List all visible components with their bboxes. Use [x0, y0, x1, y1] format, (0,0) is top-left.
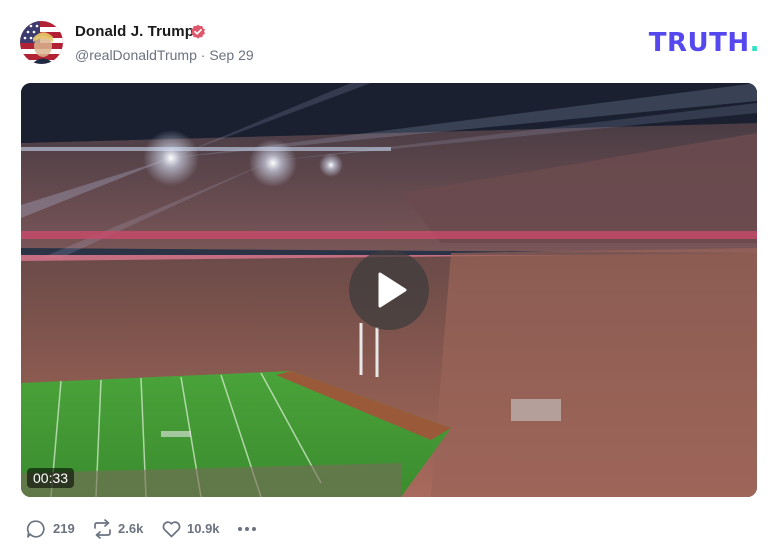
retruth-icon	[94, 519, 111, 539]
retruth-button[interactable]: 2.6k	[92, 517, 148, 541]
post-meta: @realDonaldTrump · Sep 29	[75, 47, 254, 63]
logo-text: TRUTH	[648, 28, 750, 58]
post-actions: 219 2.6k 10.9k	[26, 517, 286, 541]
meta-separator: ·	[200, 47, 206, 63]
truth-logo[interactable]: TRUTH.	[649, 28, 760, 58]
reply-button[interactable]: 219	[26, 517, 76, 541]
avatar-image	[20, 21, 63, 64]
more-dots-icon	[238, 527, 256, 531]
video-duration: 00:33	[27, 468, 75, 488]
play-button[interactable]	[349, 250, 429, 330]
like-count: 10.9k	[187, 521, 220, 536]
retruth-count: 2.6k	[118, 521, 144, 536]
reply-count: 219	[53, 521, 75, 536]
play-icon	[378, 272, 407, 308]
video-player[interactable]: 00:33	[21, 83, 757, 497]
comment-icon	[26, 520, 45, 538]
more-options-button[interactable]	[236, 517, 260, 541]
post-date[interactable]: Sep 29	[209, 47, 253, 63]
avatar[interactable]	[20, 21, 63, 64]
author-name[interactable]: Donald J. Trump	[75, 23, 194, 40]
author-handle[interactable]: @realDonaldTrump	[75, 47, 197, 63]
logo-dot: .	[749, 28, 760, 58]
heart-icon	[162, 521, 181, 538]
truth-post: Donald J. Trump @realDonaldTrump · Sep 2…	[0, 0, 778, 559]
like-button[interactable]: 10.9k	[161, 517, 223, 541]
verified-badge-icon	[191, 24, 205, 39]
post-header: Donald J. Trump @realDonaldTrump · Sep 2…	[20, 20, 760, 66]
